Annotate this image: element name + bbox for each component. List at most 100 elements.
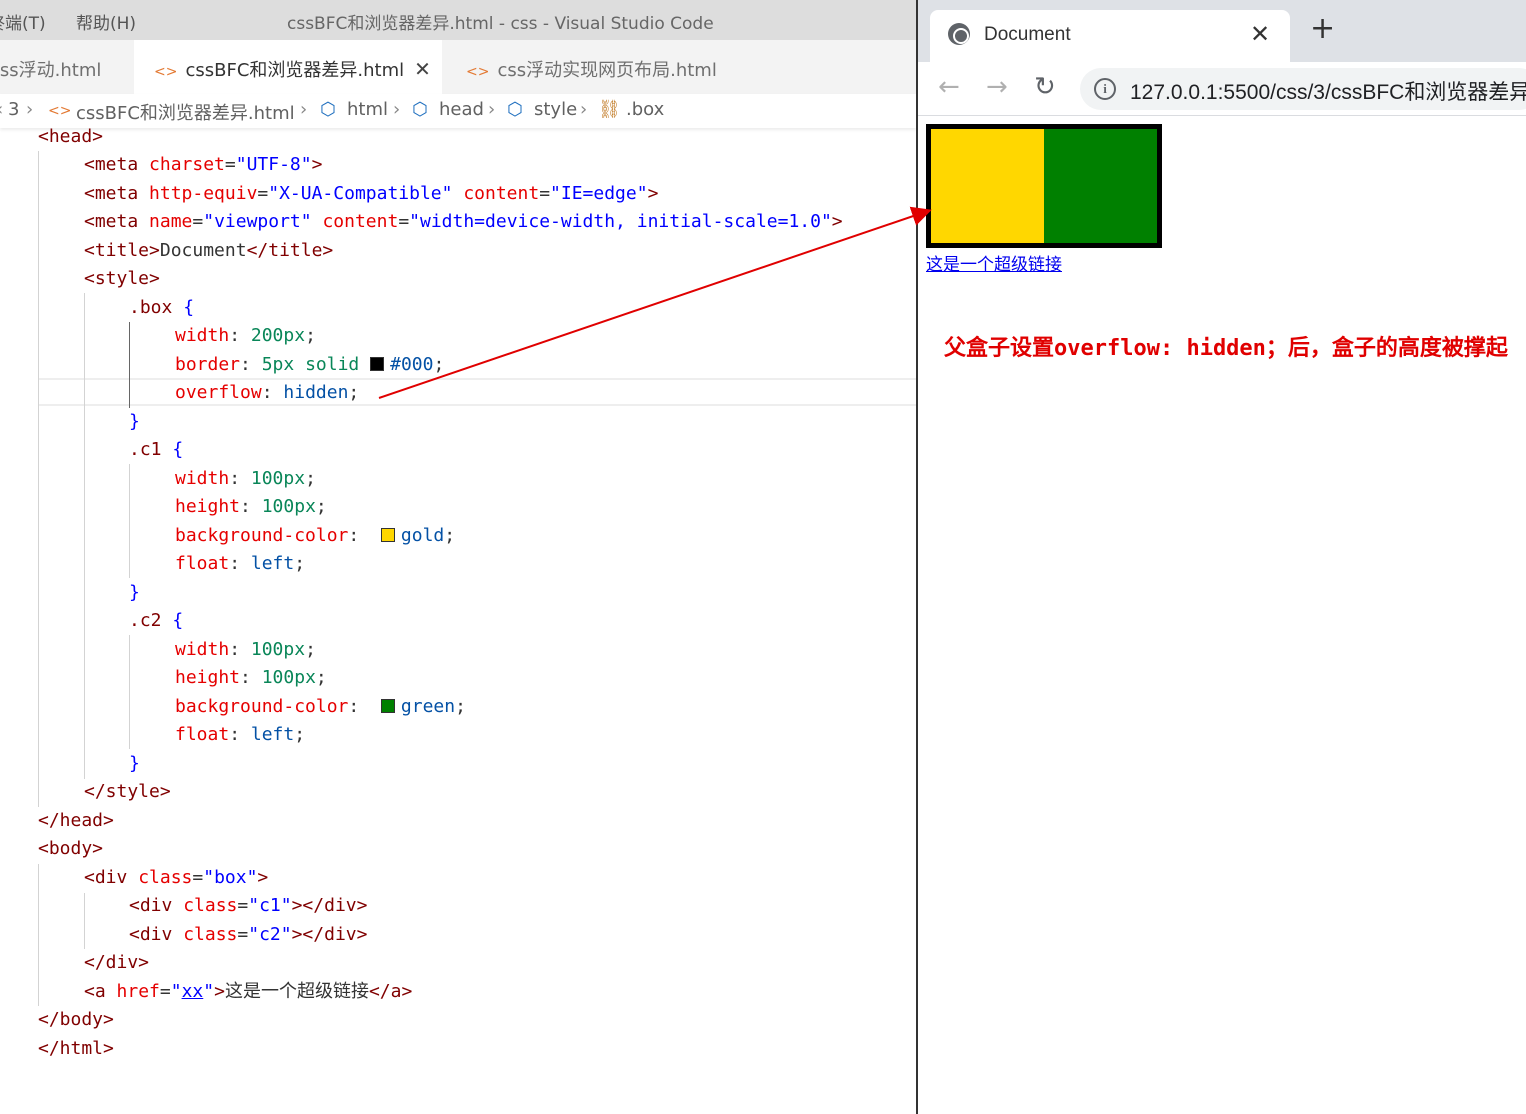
value-token: gold	[400, 525, 445, 546]
string-token: "IE=edge"	[550, 183, 648, 204]
value-token: 100px	[261, 496, 316, 517]
selector-token: .c1	[129, 439, 162, 460]
string-token: "width=device-width, initial-scale=1.0"	[409, 211, 832, 232]
indent-guide	[38, 151, 39, 807]
chevron-right-icon: ›	[580, 99, 588, 120]
window-title: cssBFC和浏览器差异.html - css - Visual Studio …	[287, 14, 714, 34]
code-line: <meta http-equiv="X-UA-Compatible" conte…	[84, 183, 659, 204]
color-swatch-green[interactable]	[380, 699, 395, 713]
title-bar: 终端(T) 帮助(H) cssBFC和浏览器差异.html - css - Vi…	[0, 0, 916, 40]
string-token: "X-UA-Compatible"	[268, 183, 453, 204]
tag-token: <meta	[84, 211, 139, 232]
new-tab-button[interactable]: +	[1310, 14, 1335, 44]
attr-token: content	[463, 183, 540, 204]
indent-guide	[129, 464, 130, 578]
value-token: 100px	[261, 667, 316, 688]
menu-terminal[interactable]: 终端(T)	[0, 9, 46, 34]
tag-token: <a	[84, 981, 106, 1002]
breadcrumb-selector[interactable]: .box	[626, 99, 664, 120]
menu-help[interactable]: 帮助(H)	[76, 9, 136, 34]
code-line: <meta charset="UTF-8">	[84, 154, 323, 175]
tab-css-float-layout[interactable]: <> css浮动实现网页布局.html	[444, 40, 760, 94]
text-token: 这是一个超级链接	[224, 981, 369, 1002]
code-line: height: 100px;	[175, 496, 327, 517]
rendered-hyperlink[interactable]: 这是一个超级链接	[926, 250, 1062, 275]
tag-token: </a>	[368, 981, 413, 1002]
back-button[interactable]: ←	[938, 72, 960, 102]
code-line: }	[129, 579, 140, 607]
code-line: height: 100px;	[175, 667, 327, 688]
code-line: <a href="xx">这是一个超级链接</a>	[84, 981, 413, 1002]
browser-toolbar: ← → ↻ i 127.0.0.1:5500/css/3/cssBFC和浏览器差…	[918, 62, 1526, 116]
string-token: "c1"	[248, 895, 292, 916]
breadcrumb-folder[interactable]: 3	[8, 99, 19, 120]
breadcrumb-head[interactable]: head	[439, 99, 484, 120]
attr-token: content	[322, 211, 399, 232]
string-token: "	[170, 981, 182, 1002]
breadcrumb-html[interactable]: html	[347, 99, 388, 120]
forward-button[interactable]: →	[986, 72, 1008, 102]
tag-token: <title>	[84, 240, 160, 261]
tag-token: </style>	[84, 781, 171, 802]
color-swatch-gold[interactable]	[380, 528, 395, 542]
rendered-green-box	[1044, 129, 1157, 243]
string-token: "UTF-8"	[235, 154, 312, 175]
property-token: overflow	[175, 382, 262, 403]
code-editor[interactable]: <head> <meta charset="UTF-8"> <meta http…	[0, 123, 916, 1114]
color-swatch-black[interactable]	[370, 357, 385, 371]
rendered-box	[926, 124, 1162, 248]
tag-token: </div>	[84, 952, 150, 973]
indent-guide	[38, 864, 39, 1006]
tag-token: >	[214, 981, 225, 1002]
code-line: .c1 {	[129, 436, 183, 464]
tag-token: >	[831, 211, 843, 232]
code-line: <div class="box">	[84, 867, 269, 888]
string-token: "	[203, 981, 215, 1002]
property-token: width	[175, 639, 230, 660]
address-bar[interactable]: i 127.0.0.1:5500/css/3/cssBFC和浏览器差异	[1080, 68, 1526, 110]
property-token: height	[175, 667, 241, 688]
tag-token: <head>	[38, 126, 104, 147]
html-file-icon: <>	[48, 103, 72, 119]
code-line: .box {	[129, 294, 194, 322]
brace-token: {	[172, 439, 184, 460]
chevron-right-icon: ›	[26, 99, 34, 120]
code-line: </div>	[84, 949, 149, 977]
tag-token: >	[257, 867, 269, 888]
tag-token: >	[647, 183, 659, 204]
tag-token: ></div>	[291, 895, 368, 916]
close-icon[interactable]: ✕	[414, 57, 431, 81]
value-token: 200px	[250, 325, 306, 346]
property-token: background-color	[175, 696, 349, 717]
code-line: </body>	[38, 1006, 114, 1034]
tag-token: ></div>	[291, 924, 368, 945]
browser-tab[interactable]: Document ✕	[930, 10, 1290, 62]
code-line: <title>Document</title>	[84, 237, 333, 265]
code-line: .c2 {	[129, 607, 183, 635]
value-token: 5px solid	[261, 354, 360, 375]
html-file-icon: <>	[466, 64, 490, 80]
property-token: width	[175, 468, 230, 489]
tag-token: </html>	[38, 1038, 114, 1059]
href-link[interactable]: xx	[182, 981, 204, 1002]
code-line: </style>	[84, 778, 171, 806]
indent-guide	[84, 293, 85, 779]
brace-token: }	[129, 411, 140, 432]
attr-token: href	[116, 981, 160, 1002]
code-line: <div class="c2"></div>	[129, 924, 368, 945]
breadcrumb-style[interactable]: style	[534, 99, 577, 120]
close-icon[interactable]: ✕	[1250, 20, 1270, 48]
code-line: }	[129, 408, 140, 436]
tab-css-float[interactable]: css浮动.html	[0, 40, 132, 94]
value-token: 100px	[250, 468, 306, 489]
brace-token: {	[183, 297, 195, 318]
tab-css-bfc[interactable]: <> cssBFC和浏览器差异.html ✕	[134, 40, 442, 94]
reload-button[interactable]: ↻	[1034, 72, 1056, 102]
url-text: 127.0.0.1:5500/css/3/cssBFC和浏览器差异	[1130, 81, 1526, 104]
breadcrumb-file[interactable]: cssBFC和浏览器差异.html	[76, 99, 295, 125]
tag-token: <meta	[84, 154, 139, 175]
value-token: hidden	[283, 382, 349, 403]
cube-icon: ⬡	[507, 99, 523, 120]
code-line: }	[129, 750, 140, 778]
info-icon[interactable]: i	[1094, 78, 1116, 100]
